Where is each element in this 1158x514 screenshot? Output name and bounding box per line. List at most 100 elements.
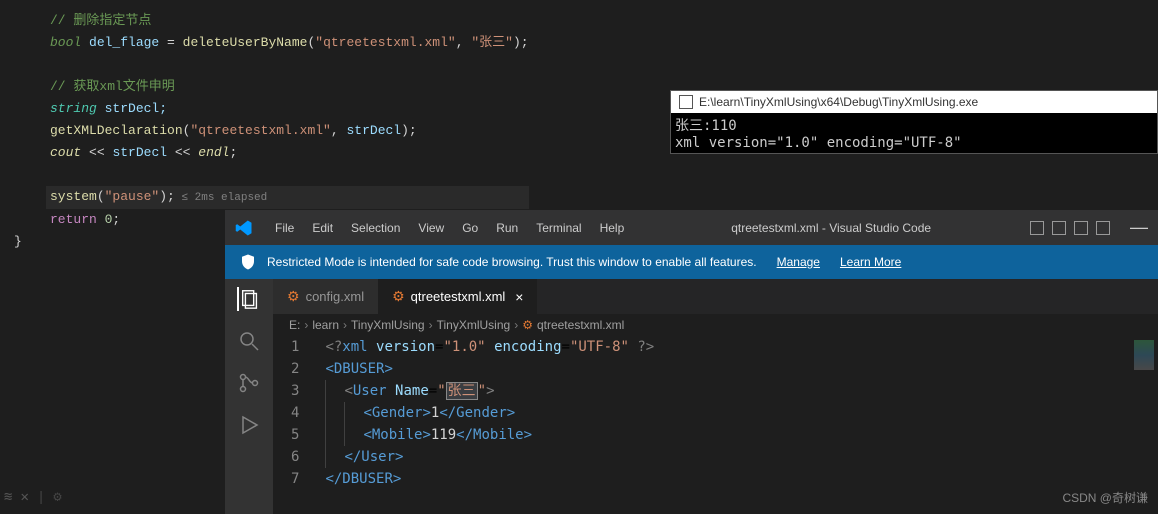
chevron-right-icon: › xyxy=(429,318,433,332)
menu-view[interactable]: View xyxy=(410,218,452,238)
line-number: 7 xyxy=(291,468,299,490)
run-debug-icon[interactable] xyxy=(237,413,261,437)
breadcrumb-item[interactable]: qtreetestxml.xml xyxy=(537,318,624,332)
tab-label: qtreetestxml.xml xyxy=(411,289,506,304)
xml-attr: Name xyxy=(395,383,429,399)
code-editor[interactable]: 1 2 3 4 5 6 7 <?xml version="1.0" encodi… xyxy=(273,336,1158,490)
code-comma: , xyxy=(331,123,347,138)
code-semi: ; xyxy=(112,212,120,227)
csdn-watermark: CSDN @奇树谦 xyxy=(1062,489,1148,506)
close-icon[interactable]: × xyxy=(515,289,523,305)
menu-selection[interactable]: Selection xyxy=(343,218,408,238)
xml-attr-val-highlighted: 张三 xyxy=(446,382,478,400)
layout-controls: — xyxy=(1030,217,1148,238)
breadcrumb-item[interactable]: learn xyxy=(312,318,339,332)
code-fn: getXMLDeclaration xyxy=(50,123,183,138)
status-icon[interactable]: ⚙ xyxy=(53,489,61,506)
menu-help[interactable]: Help xyxy=(592,218,633,238)
close-icon[interactable]: ✕ xyxy=(20,489,28,506)
line-number: 1 xyxy=(291,336,299,358)
code-paren: ); xyxy=(159,189,175,204)
code-paren: ( xyxy=(97,189,105,204)
code-content[interactable]: <?xml version="1.0" encoding="UTF-8" ?> … xyxy=(317,336,654,490)
xml-tag: <Gender> xyxy=(363,405,430,421)
xml-tag: User xyxy=(353,383,387,399)
layout-panel-right-icon[interactable] xyxy=(1074,221,1088,235)
code-paren: ); xyxy=(401,123,417,138)
code-fn: system xyxy=(50,189,97,204)
code-str: "qtreetestxml.xml" xyxy=(190,123,330,138)
breadcrumb-item[interactable]: E: xyxy=(289,318,300,332)
code-type: string xyxy=(50,101,105,116)
status-icon[interactable]: ≋ xyxy=(4,489,12,506)
tab-config-xml[interactable]: ⚙config.xml xyxy=(273,279,378,314)
code-op: << xyxy=(81,145,112,160)
xml-attr: version xyxy=(376,339,435,355)
minimap[interactable] xyxy=(1134,340,1154,370)
xml-pi: <? xyxy=(325,339,342,355)
menu-bar: File Edit Selection View Go Run Terminal… xyxy=(267,218,632,238)
xml-tag: </Mobile> xyxy=(456,427,532,443)
source-control-icon[interactable] xyxy=(237,371,261,395)
tab-label: config.xml xyxy=(306,289,365,304)
code-str: "qtreetestxml.xml" xyxy=(315,35,455,50)
xml-tag: <DBUSER> xyxy=(325,361,392,377)
code-str: "pause" xyxy=(105,189,160,204)
shield-icon xyxy=(239,253,257,271)
code-fn: deleteUserByName xyxy=(183,35,308,50)
layout-panel-left-icon[interactable] xyxy=(1030,221,1044,235)
search-icon[interactable] xyxy=(237,329,261,353)
line-number: 5 xyxy=(291,424,299,446)
code-var: strDecl xyxy=(112,145,167,160)
code-str: "张三" xyxy=(471,35,513,50)
line-number: 4 xyxy=(291,402,299,424)
menu-edit[interactable]: Edit xyxy=(304,218,341,238)
code-keyword: bool xyxy=(50,35,89,50)
xml-attr: encoding xyxy=(494,339,561,355)
layout-panel-bottom-icon[interactable] xyxy=(1052,221,1066,235)
banner-manage-link[interactable]: Manage xyxy=(777,255,820,269)
tab-qtreetestxml[interactable]: ⚙qtreetestxml.xml× xyxy=(378,279,537,314)
editor-area: ⚙config.xml ⚙ qtreetestxml.xml × E: › learn… xyxy=(273,279,1158,514)
line-number: 6 xyxy=(291,446,299,468)
line-numbers: 1 2 3 4 5 6 7 xyxy=(273,336,317,490)
xml-quote: " xyxy=(478,383,486,399)
editor-tabs: ⚙config.xml ⚙qtreetestxml.xml× xyxy=(273,279,1158,314)
console-output: 张三:110 xml version="1.0" encoding="UTF-8… xyxy=(671,113,1157,153)
banner-learnmore-link[interactable]: Learn More xyxy=(840,255,901,269)
code-comment: // 获取xml文件申明 xyxy=(50,79,175,94)
console-icon xyxy=(679,95,693,109)
console-window: E:\learn\TinyXmlUsing\x64\Debug\TinyXmlU… xyxy=(670,90,1158,154)
menu-run[interactable]: Run xyxy=(488,218,526,238)
xml-file-icon: ⚙ xyxy=(522,318,533,332)
breadcrumb-item[interactable]: TinyXmlUsing xyxy=(351,318,425,332)
breadcrumb-item[interactable]: TinyXmlUsing xyxy=(437,318,511,332)
breadcrumb[interactable]: E:› learn› TinyXmlUsing› TinyXmlUsing› ⚙… xyxy=(273,314,1158,336)
xml-tag: </User> xyxy=(344,449,403,465)
menu-go[interactable]: Go xyxy=(454,218,486,238)
menu-terminal[interactable]: Terminal xyxy=(528,218,589,238)
code-endl: endl xyxy=(198,145,229,160)
vscode-titlebar[interactable]: File Edit Selection View Go Run Terminal… xyxy=(225,210,1158,245)
xml-quote: " xyxy=(437,383,445,399)
chevron-right-icon: › xyxy=(343,318,347,332)
vscode-logo-icon xyxy=(235,219,253,237)
minimize-icon[interactable]: — xyxy=(1130,217,1148,238)
menu-file[interactable]: File xyxy=(267,218,302,238)
console-titlebar[interactable]: E:\learn\TinyXmlUsing\x64\Debug\TinyXmlU… xyxy=(671,91,1157,113)
console-line: xml version="1.0" encoding="UTF-8" xyxy=(675,135,1153,151)
window-title: qtreetestxml.xml - Visual Studio Code xyxy=(632,221,1030,235)
code-comma: , xyxy=(456,35,472,50)
explorer-icon[interactable] xyxy=(237,287,261,311)
code-paren: ); xyxy=(513,35,529,50)
restricted-mode-banner: Restricted Mode is intended for safe cod… xyxy=(225,245,1158,279)
xml-tag: <Mobile> xyxy=(363,427,430,443)
layout-customize-icon[interactable] xyxy=(1096,221,1110,235)
xml-tag: </Gender> xyxy=(439,405,515,421)
code-comment: // 删除指定节点 xyxy=(50,13,151,28)
chevron-right-icon: › xyxy=(514,318,518,332)
code-return: return xyxy=(50,212,105,227)
code-brace: } xyxy=(14,234,22,249)
chevron-right-icon: › xyxy=(304,318,308,332)
console-line: 张三:110 xyxy=(675,115,1153,135)
